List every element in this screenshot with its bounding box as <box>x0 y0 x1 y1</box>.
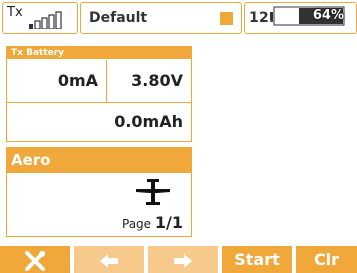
page-label: Page <box>122 217 152 231</box>
page-number: 1/1 <box>154 213 183 232</box>
tx-voltage-value: 3.80V <box>131 71 183 90</box>
tx-battery-panel: Tx Battery 0mA 3.80V 0.0mAh <box>6 46 192 142</box>
model-type-panel: Aero Page 1/1 <box>6 147 192 237</box>
start-button[interactable]: Start <box>222 246 292 273</box>
status-bar: Tx Default 12:22:19 64% <box>0 0 357 36</box>
tools-button[interactable] <box>0 246 70 273</box>
tools-icon <box>25 250 45 271</box>
signal-bars-icon <box>29 11 62 29</box>
model-indicator <box>220 12 233 25</box>
model-name: Default <box>89 10 148 26</box>
model-type-title: Aero <box>7 148 191 173</box>
next-button[interactable] <box>148 246 218 273</box>
model-name-segment[interactable]: Default <box>80 2 242 34</box>
battery-indicator: 64% <box>268 5 346 27</box>
tx-capacity-value: 0.0mAh <box>114 112 183 131</box>
tx-label: Tx <box>7 5 23 20</box>
battery-percent: 64% <box>312 8 344 23</box>
page-indicator: Page 1/1 <box>122 213 183 232</box>
softkey-bar: Start Clr <box>0 246 357 273</box>
arrow-left-icon <box>100 253 118 268</box>
airplane-icon <box>136 179 170 205</box>
tx-current-value: 0mA <box>7 60 107 102</box>
tx-battery-title: Tx Battery <box>7 47 191 59</box>
previous-button[interactable] <box>74 246 144 273</box>
clear-button[interactable]: Clr <box>296 246 357 273</box>
tx-signal-segment: Tx <box>2 2 78 34</box>
tx-battery-row: 0mA 3.80V <box>7 60 191 103</box>
arrow-right-icon <box>174 253 192 268</box>
